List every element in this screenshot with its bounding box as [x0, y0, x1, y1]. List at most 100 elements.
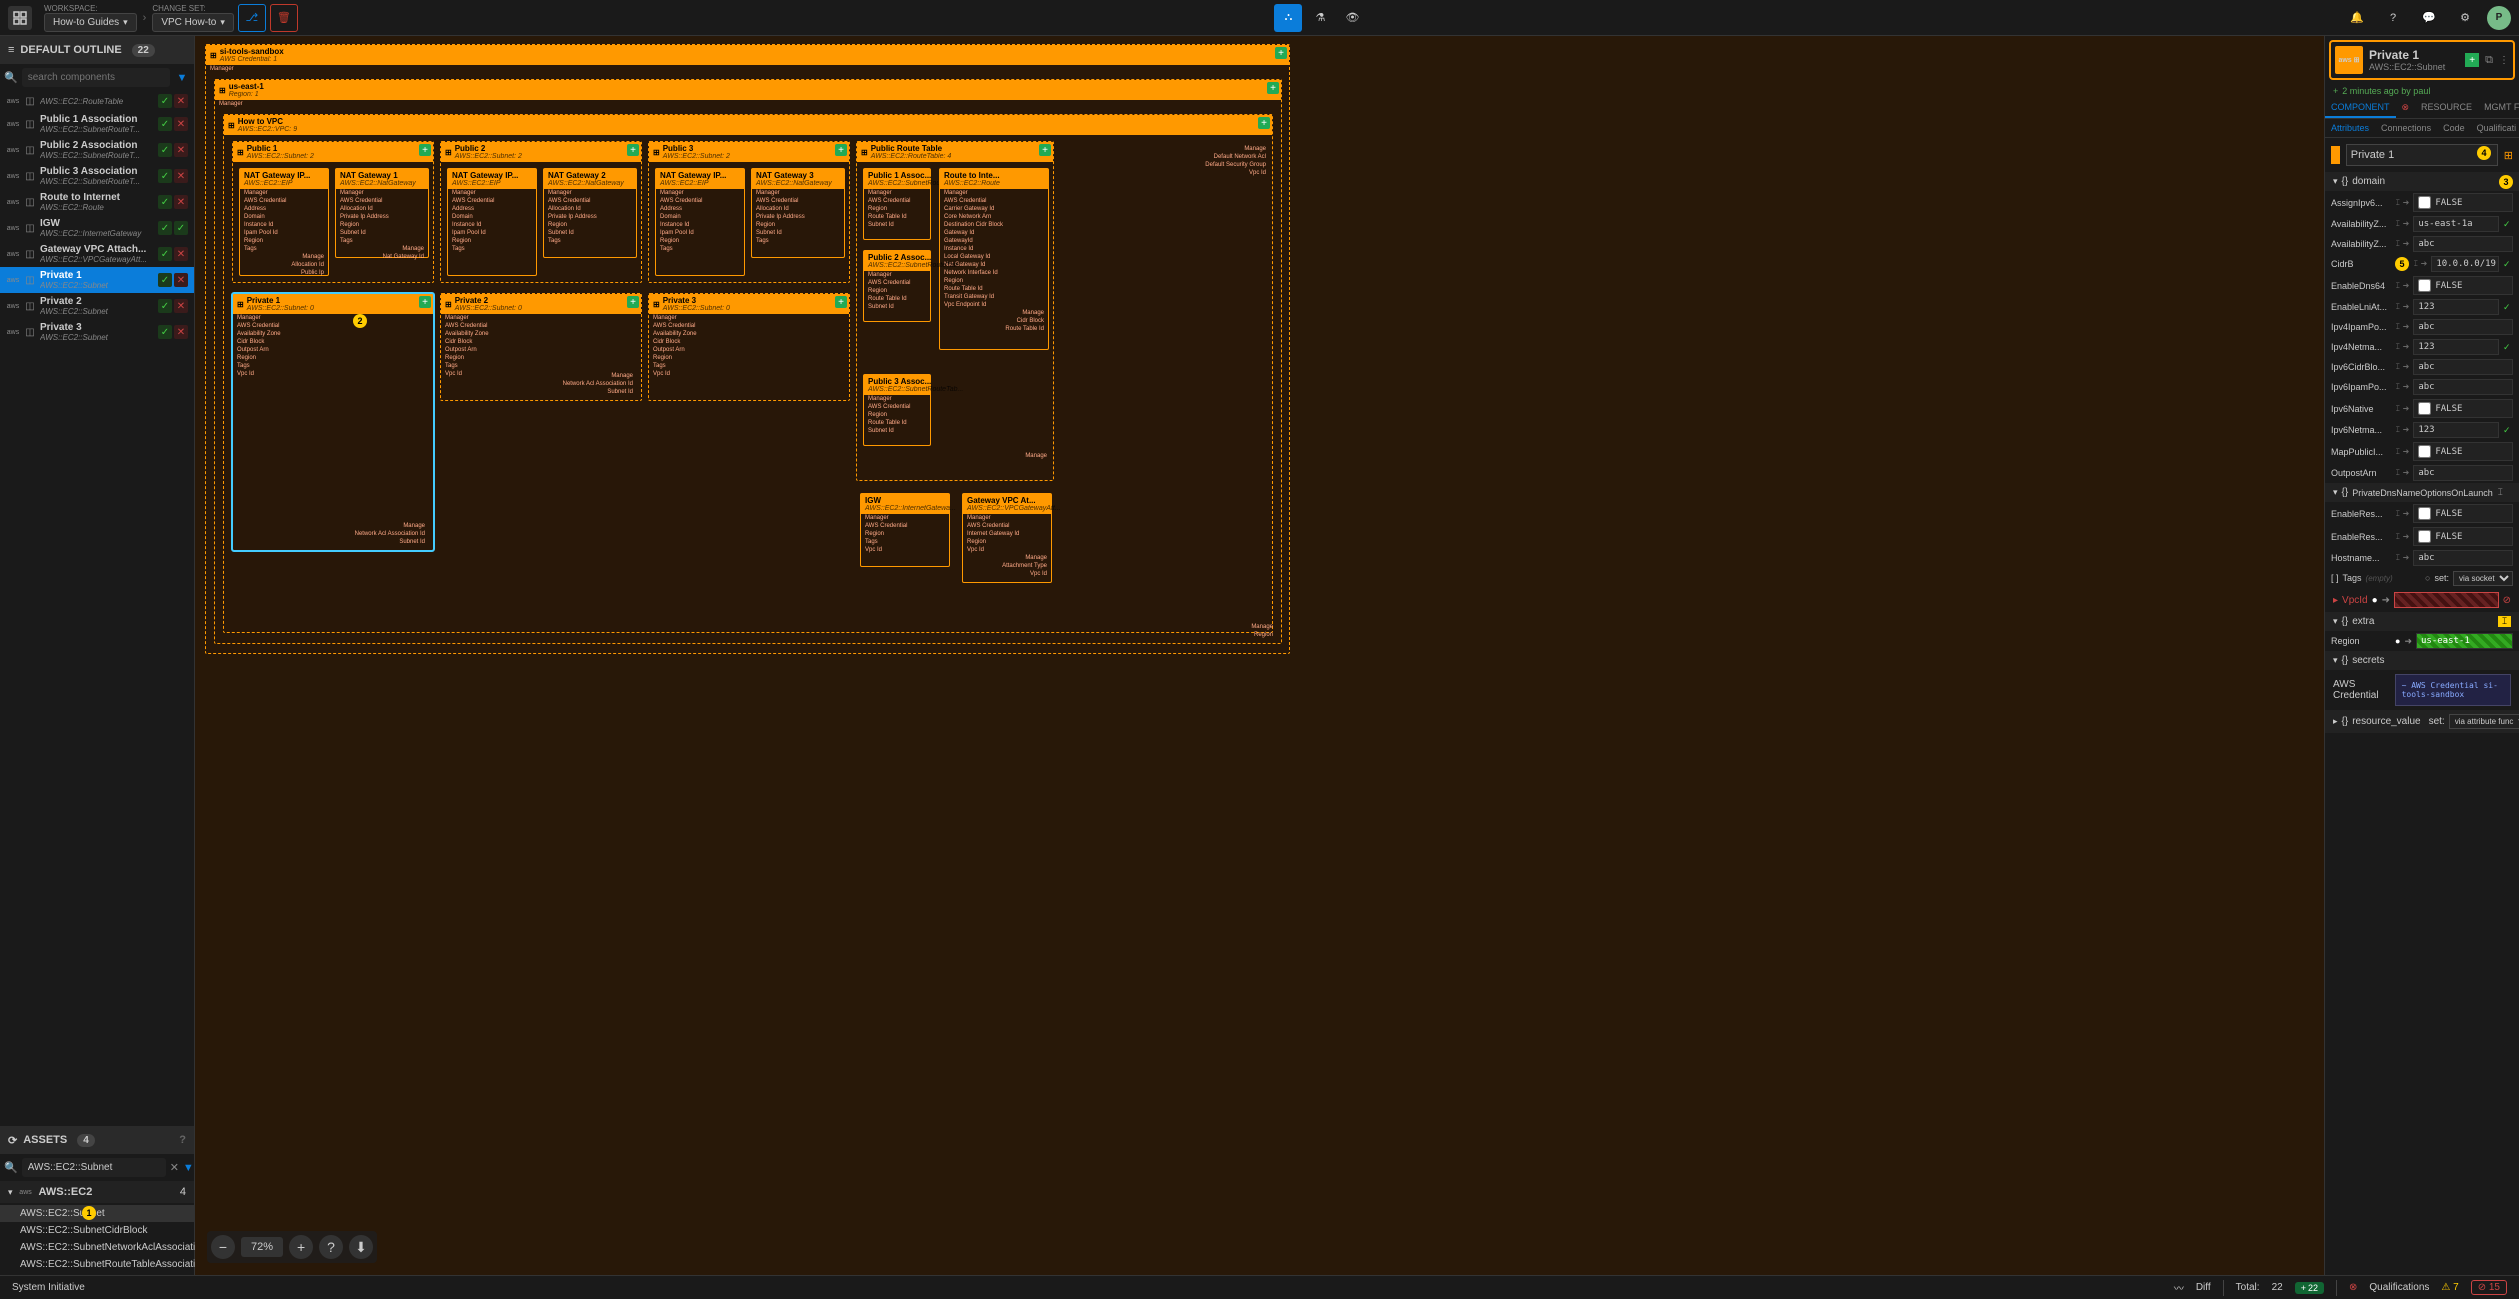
- diff-icon[interactable]: 〰: [2174, 1280, 2184, 1295]
- resource-via-select[interactable]: via attribute func: [2449, 714, 2519, 729]
- changeset-dropdown[interactable]: VPC How-to▾: [152, 13, 234, 32]
- outline-item[interactable]: aws◫Private 2AWS::EC2::Subnet✓✕: [0, 293, 194, 319]
- copy-icon[interactable]: ⧉: [2485, 54, 2493, 67]
- assets-help-icon[interactable]: ?: [179, 1134, 186, 1146]
- node-nat1[interactable]: NAT Gateway 1AWS::EC2::NatGateway: [336, 169, 428, 189]
- tab-close-icon[interactable]: ⊗: [2396, 98, 2416, 118]
- node-p3assoc[interactable]: Public 3 Assoc...AWS::EC2::SubnetRouteTa…: [864, 375, 930, 395]
- node-private3[interactable]: ⊞Private 3AWS::EC2::Subnet: 0: [649, 294, 849, 314]
- add-icon[interactable]: +: [835, 296, 847, 308]
- settings-icon[interactable]: ⚙: [2451, 4, 2479, 32]
- add-icon[interactable]: +: [1275, 47, 1287, 59]
- attr-value[interactable]: FALSE: [2413, 276, 2513, 295]
- section-pdns[interactable]: ▾ {} PrivateDnsNameOptionsOnLaunch 𝙸: [2325, 483, 2519, 502]
- vpcid-value[interactable]: [2394, 592, 2499, 608]
- app-logo[interactable]: [8, 6, 32, 30]
- component-name-input[interactable]: [2346, 144, 2498, 166]
- attr-value[interactable]: abc: [2413, 379, 2513, 395]
- collapse-icon[interactable]: ≡: [8, 44, 14, 56]
- canvas-area[interactable]: ⊞ si-tools-sandboxAWS Credential: 1 + Ma…: [195, 36, 2324, 1275]
- merge-icon[interactable]: ⎇: [238, 4, 266, 32]
- node-sandbox[interactable]: ⊞ si-tools-sandboxAWS Credential: 1: [206, 45, 1289, 65]
- edit-icon[interactable]: 𝙸: [2395, 509, 2401, 519]
- node-natip2[interactable]: NAT Gateway IP...AWS::EC2::EIP: [448, 169, 536, 189]
- attr-value[interactable]: abc: [2413, 465, 2513, 481]
- attr-value[interactable]: abc: [2413, 236, 2513, 252]
- edit-icon[interactable]: 𝙸: [2395, 362, 2401, 372]
- outline-item[interactable]: aws◫Private 1AWS::EC2::Subnet✓✕: [0, 267, 194, 293]
- outline-item[interactable]: aws◫Gateway VPC Attach...AWS::EC2::VPCGa…: [0, 241, 194, 267]
- tags-row[interactable]: [ ]Tags (empty) ○ set: via socket: [2325, 568, 2519, 588]
- checkbox[interactable]: [2418, 530, 2431, 543]
- menu-icon[interactable]: ⋮: [2499, 55, 2509, 66]
- add-icon[interactable]: +: [1258, 117, 1270, 129]
- help-icon[interactable]: ?: [2379, 4, 2407, 32]
- checkbox[interactable]: [2418, 279, 2431, 292]
- add-icon[interactable]: +: [1039, 144, 1051, 156]
- frame-type-icon[interactable]: ⊞: [2504, 149, 2513, 162]
- edit-icon[interactable]: 𝙸: [2395, 532, 2401, 542]
- attr-value[interactable]: us-east-1a: [2413, 216, 2499, 232]
- outline-item[interactable]: aws◫IGWAWS::EC2::InternetGateway✓✓: [0, 215, 194, 241]
- color-swatch[interactable]: [2331, 146, 2340, 164]
- aws-credential-value[interactable]: ~ AWS Credential si-tools-sandbox: [2395, 674, 2511, 706]
- user-avatar[interactable]: P: [2487, 6, 2511, 30]
- cancel-icon[interactable]: ⊘: [2503, 595, 2511, 606]
- workspace-dropdown[interactable]: How-to Guides▾: [44, 13, 137, 32]
- subtab-code[interactable]: Code: [2437, 119, 2471, 137]
- section-resource-value[interactable]: ▸ {} resource_value set: via attribute f…: [2325, 710, 2519, 733]
- node-private2[interactable]: ⊞Private 2AWS::EC2::Subnet: 0: [441, 294, 641, 314]
- edit-icon[interactable]: 𝙸: [2395, 198, 2401, 208]
- edit-icon[interactable]: 𝙸: [2395, 553, 2401, 563]
- edit-icon[interactable]: 𝙸: [2413, 259, 2419, 269]
- add-icon[interactable]: +: [419, 144, 431, 156]
- region-value[interactable]: us-east-1: [2416, 633, 2513, 649]
- zoom-help-icon[interactable]: ?: [319, 1235, 343, 1259]
- view-icon[interactable]: 👁: [1338, 4, 1366, 32]
- outline-item[interactable]: aws◫Private 3AWS::EC2::Subnet✓✕: [0, 319, 194, 345]
- tags-via-select[interactable]: via socket: [2453, 571, 2513, 586]
- edit-icon[interactable]: 𝙸: [2395, 239, 2401, 249]
- assets-refresh-icon[interactable]: ⟳: [8, 1134, 17, 1147]
- outline-item[interactable]: aws◫Public 1 AssociationAWS::EC2::Subnet…: [0, 111, 194, 137]
- add-icon[interactable]: +: [1267, 82, 1279, 94]
- edit-icon[interactable]: 𝙸: [2395, 281, 2401, 291]
- attr-value[interactable]: abc: [2413, 319, 2513, 335]
- edit-icon[interactable]: 𝙸: [2395, 219, 2401, 229]
- add-icon[interactable]: +: [419, 296, 431, 308]
- tab-component[interactable]: COMPONENT: [2325, 98, 2396, 118]
- node-p1assoc[interactable]: Public 1 Assoc...AWS::EC2::SubnetRouteTa…: [864, 169, 930, 189]
- asset-item[interactable]: AWS::EC2::SubnetNetworkAclAssociation: [0, 1239, 194, 1256]
- edit-icon[interactable]: 𝙸: [2395, 382, 2401, 392]
- assets-search-input[interactable]: [22, 1158, 166, 1177]
- subtab-qualifications[interactable]: Qualificati: [2471, 119, 2519, 137]
- tab-resource[interactable]: RESOURCE: [2415, 98, 2478, 118]
- node-private1[interactable]: ⊞Private 1AWS::EC2::Subnet: 0: [233, 294, 433, 314]
- add-icon[interactable]: +: [627, 144, 639, 156]
- attr-value[interactable]: 123: [2413, 299, 2499, 315]
- node-p2assoc[interactable]: Public 2 Assoc...AWS::EC2::SubnetRouteTa…: [864, 251, 930, 271]
- asset-category-header[interactable]: ▾ aws AWS::EC2 4: [0, 1181, 194, 1203]
- checkbox[interactable]: [2418, 402, 2431, 415]
- node-igw[interactable]: IGWAWS::EC2::InternetGatewa...: [861, 494, 949, 514]
- node-natip3[interactable]: NAT Gateway IP...AWS::EC2::EIP: [656, 169, 744, 189]
- attr-value[interactable]: FALSE: [2413, 399, 2513, 418]
- discord-icon[interactable]: 💬: [2415, 4, 2443, 32]
- node-gwattach[interactable]: Gateway VPC At...AWS::EC2::VPCGatewayAtt…: [963, 494, 1051, 514]
- outline-item[interactable]: aws◫AWS::EC2::RouteTable✓✕: [0, 91, 194, 111]
- outline-item[interactable]: aws◫Route to InternetAWS::EC2::Route✓✕: [0, 189, 194, 215]
- edit-icon[interactable]: 𝙸: [2395, 425, 2401, 435]
- edit-icon[interactable]: 𝙸: [2498, 616, 2511, 627]
- add-icon[interactable]: +: [627, 296, 639, 308]
- edit-icon[interactable]: 𝙸: [2395, 342, 2401, 352]
- attr-value[interactable]: abc: [2413, 359, 2513, 375]
- diff-button[interactable]: Diff: [2196, 1282, 2211, 1293]
- zoom-out-button[interactable]: −: [211, 1235, 235, 1259]
- outline-item[interactable]: aws◫Public 3 AssociationAWS::EC2::Subnet…: [0, 163, 194, 189]
- edit-icon[interactable]: 𝙸: [2395, 468, 2401, 478]
- attr-value[interactable]: 10.0.0.0/19: [2431, 256, 2499, 272]
- attr-value[interactable]: 123: [2413, 339, 2499, 355]
- section-domain[interactable]: ▾ {} domain 3: [2325, 172, 2519, 191]
- attr-value[interactable]: abc: [2413, 550, 2513, 566]
- checkbox[interactable]: [2418, 445, 2431, 458]
